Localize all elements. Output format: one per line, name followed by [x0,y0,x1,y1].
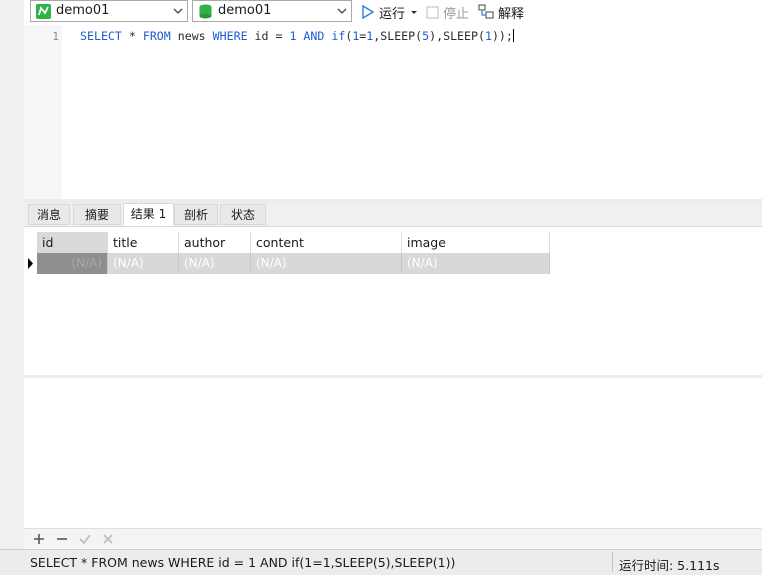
tab-summary[interactable]: 摘要 [73,204,121,225]
play-icon [362,5,375,19]
line-number: 1 [52,30,59,43]
kw-where: WHERE [212,29,248,43]
query-text[interactable]: SELECT * FROM news WHERE id = 1 AND if(1… [80,29,514,43]
tab-result-1[interactable]: 结果 1 [123,203,174,226]
discard-x-icon[interactable] [99,531,117,547]
result-tabs: 消息 摘要 结果 1 剖析 状态 [24,203,762,227]
column-header-author[interactable]: author [179,232,251,253]
stop-label: 停止 [443,6,470,22]
database-select[interactable]: demo01 [192,0,352,22]
table-cell[interactable]: (N/A) [179,253,251,274]
run-dropdown-icon[interactable] [409,7,419,17]
tab-status[interactable]: 状态 [220,204,266,225]
status-bar: SELECT * FROM news WHERE id = 1 AND if(1… [0,549,762,575]
tok-cond: id = [247,29,290,43]
kw-and: AND [303,29,325,43]
column-header-id[interactable]: id [37,232,108,253]
detail-pane [24,378,762,528]
status-query-text: SELECT * FROM news WHERE id = 1 AND if(1… [30,555,456,570]
stop-icon [426,6,439,18]
database-label: demo01 [218,3,272,18]
column-header-title[interactable]: title [108,232,179,253]
table-cell[interactable]: (N/A) [108,253,179,274]
kw-if: if [331,29,346,43]
result-grid: id title author content image (N/A) (N/A… [24,227,762,375]
column-header-image[interactable]: image [402,232,550,253]
run-label: 运行 [379,6,406,22]
line-gutter: 1 [24,25,62,199]
tok-sleep2: ),SLEEP( [429,29,485,43]
add-record-icon[interactable] [30,531,48,547]
table-cell[interactable]: (N/A) [251,253,402,274]
num-c: 1 [484,29,492,43]
tok-close: )); [491,29,513,43]
tab-messages[interactable]: 消息 [28,204,70,225]
tok-table: news [170,29,213,43]
connection-label: demo01 [56,3,110,18]
explain-icon [478,4,494,19]
delete-record-icon[interactable] [53,531,71,547]
tok-star: * [121,29,143,43]
tab-profile[interactable]: 剖析 [174,204,218,225]
stop-button[interactable]: 停止 [426,2,469,22]
apply-check-icon[interactable] [76,531,94,547]
run-button[interactable]: 运行 [361,2,419,22]
kw-select: SELECT [80,29,122,43]
mysql-connection-icon [36,4,51,19]
status-divider [612,552,613,572]
kw-from: FROM [142,29,171,43]
explain-label: 解释 [498,6,525,22]
tok-sleep1: ,SLEEP( [373,29,423,43]
record-toolbar [24,528,762,550]
table-cell[interactable]: (N/A) [37,253,108,274]
chevron-down-icon[interactable] [169,1,187,21]
query-toolbar: demo01 demo01 运行 停止 解释 [24,0,762,25]
left-strip [0,0,25,549]
sql-editor[interactable]: 1 SELECT * FROM news WHERE id = 1 AND if… [24,25,762,199]
database-icon [199,4,212,19]
status-run-time: 运行时间: 5.111s [619,558,720,573]
current-row-indicator-icon [28,258,33,269]
table-cell[interactable]: (N/A) [402,253,550,274]
column-header-content[interactable]: content [251,232,402,253]
explain-button[interactable]: 解释 [478,2,524,22]
chevron-down-icon[interactable] [333,1,351,21]
connection-select[interactable]: demo01 [30,0,188,22]
text-cursor [512,29,514,42]
